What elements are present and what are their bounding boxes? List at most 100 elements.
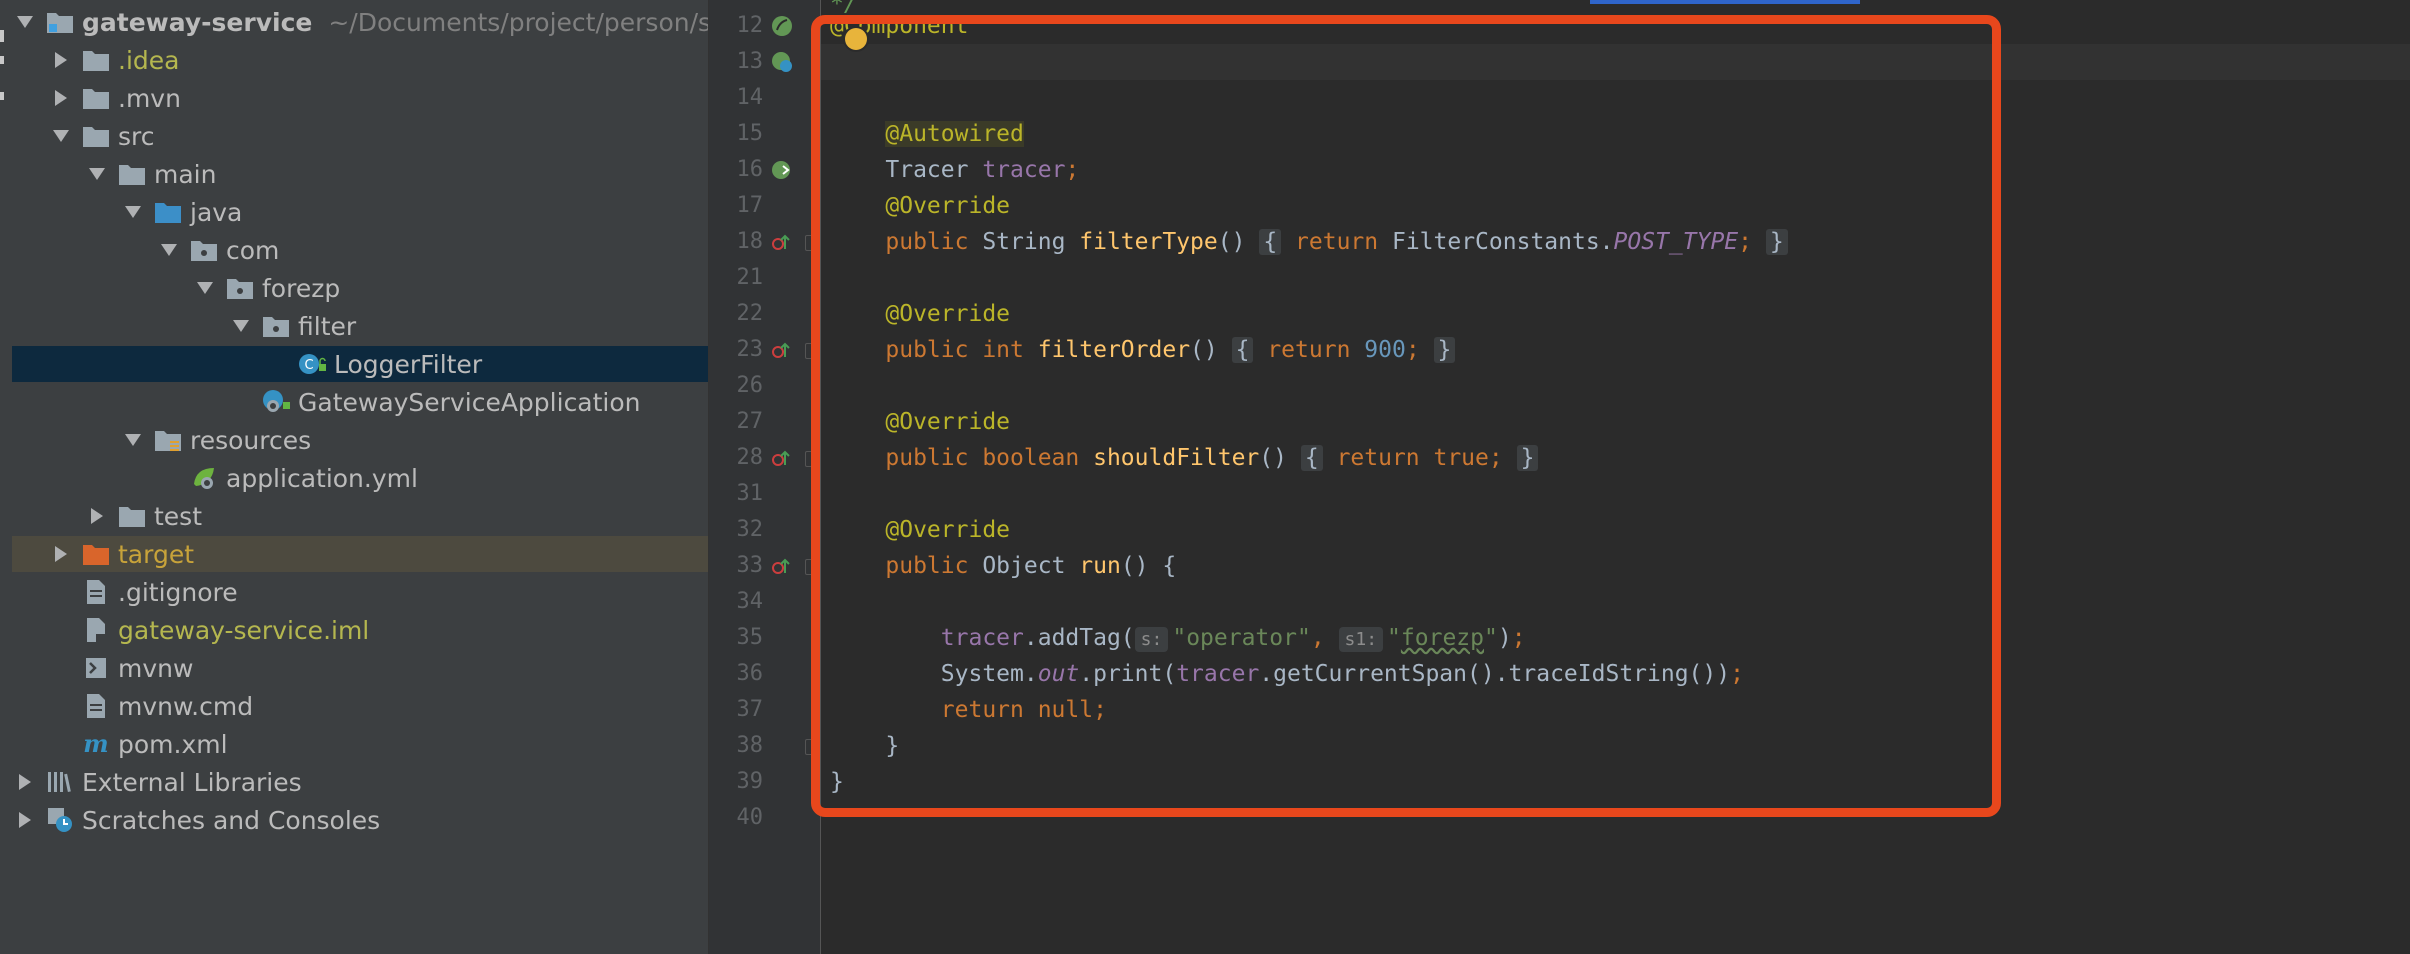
line-number: 14 — [736, 85, 764, 110]
highlight-annotation-box — [811, 15, 2001, 817]
folder-icon — [82, 122, 110, 150]
override-icon[interactable] — [771, 447, 793, 469]
yml-file-icon — [190, 464, 218, 492]
resources-folder-icon — [154, 426, 182, 454]
tree-item-label: filter — [298, 311, 357, 341]
tree-item[interactable]: filter — [12, 308, 708, 344]
line-number: 18 — [736, 229, 764, 254]
expand-arrow-icon[interactable] — [84, 156, 110, 192]
package-icon — [262, 312, 290, 340]
override-icon[interactable] — [771, 555, 793, 577]
libraries-icon — [46, 768, 74, 796]
tree-item-label: GatewayServiceApplication — [298, 387, 641, 417]
expand-arrow-icon[interactable] — [228, 308, 254, 344]
tree-item[interactable]: C LoggerFilter — [12, 346, 708, 382]
selection-indicator — [1590, 0, 1860, 4]
line-number: 16 — [736, 157, 764, 182]
tree-item-label: .gitignore — [118, 577, 238, 607]
tree-item-label: test — [154, 501, 203, 531]
maven-icon: m — [82, 730, 110, 758]
editor-gutter[interactable]: 12 13 14 15 16 17 18 21 22 23 26 27 28 31 32 33 34 35 36 37… — [709, 0, 821, 954]
tree-item[interactable]: GatewayServiceApplication — [12, 384, 708, 420]
project-tree[interactable]: gateway-service ~/Documents/project/pers… — [12, 0, 709, 954]
tree-item-label: LoggerFilter — [334, 349, 483, 379]
tree-item[interactable]: Scratches and Consoles — [12, 802, 708, 838]
line-number: 23 — [736, 337, 764, 362]
tree-item[interactable]: .gitignore — [12, 574, 708, 610]
text-file-icon — [82, 578, 110, 606]
collapse-arrow-icon[interactable] — [12, 802, 38, 838]
folder-icon — [82, 46, 110, 74]
tree-item-label: .idea — [118, 45, 180, 75]
tree-item[interactable]: src — [12, 118, 708, 154]
svg-text:m: m — [83, 730, 108, 758]
line-number: 34 — [736, 589, 764, 614]
intention-bulb-icon[interactable] — [845, 28, 867, 50]
tree-item-label: java — [190, 197, 243, 227]
tree-item[interactable]: application.yml — [12, 460, 708, 496]
override-icon[interactable] — [771, 339, 793, 361]
line-number: 40 — [736, 805, 764, 830]
collapse-arrow-icon[interactable] — [48, 80, 74, 116]
tree-item[interactable]: com — [12, 232, 708, 268]
tree-item[interactable]: test — [12, 498, 708, 534]
collapse-arrow-icon[interactable] — [48, 536, 74, 572]
tree-item-label: main — [154, 159, 217, 189]
tree-item[interactable]: gateway-service.iml — [12, 612, 708, 648]
collapse-arrow-icon[interactable] — [48, 42, 74, 78]
package-icon — [190, 236, 218, 264]
class-icon: C — [298, 350, 326, 378]
line-number: 36 — [736, 661, 764, 686]
tree-root[interactable]: gateway-service ~/Documents/project/pers… — [12, 4, 708, 40]
tree-item[interactable]: External Libraries — [12, 764, 708, 800]
tree-item[interactable]: .idea — [12, 42, 708, 78]
tree-item-label: gateway-service.iml — [118, 615, 370, 645]
line-number: 27 — [736, 409, 764, 434]
tree-item-label: forezp — [262, 273, 341, 303]
folder-icon — [118, 502, 146, 530]
line-number: 28 — [736, 445, 764, 470]
module-folder-icon — [46, 8, 74, 36]
expand-arrow-icon[interactable] — [192, 270, 218, 306]
tree-item-label: src — [118, 121, 155, 151]
line-number: 35 — [736, 625, 764, 650]
tree-item[interactable]: m pom.xml — [12, 726, 708, 762]
svg-text:C: C — [304, 358, 313, 373]
tree-item[interactable]: target — [12, 536, 708, 572]
tree-item[interactable]: mvnw — [12, 650, 708, 686]
tree-item-label: Scratches and Consoles — [82, 805, 381, 835]
line-number: 17 — [736, 193, 764, 218]
tree-item[interactable]: java — [12, 194, 708, 230]
tree-item[interactable]: forezp — [12, 270, 708, 306]
collapse-arrow-icon[interactable] — [12, 764, 38, 800]
package-icon — [226, 274, 254, 302]
strip-marker — [0, 56, 4, 64]
tree-item-label: com — [226, 235, 280, 265]
source-folder-icon — [154, 198, 182, 226]
line-number: 33 — [736, 553, 764, 578]
expand-arrow-icon[interactable] — [120, 194, 146, 230]
expand-arrow-icon[interactable] — [156, 232, 182, 268]
expand-arrow-icon[interactable] — [12, 4, 38, 40]
autowired-icon[interactable] — [771, 159, 793, 181]
root-path: ~/Documents/project/person/sp — [328, 7, 709, 37]
tree-item-label: mvnw.cmd — [118, 691, 254, 721]
bean-icon[interactable] — [771, 15, 793, 37]
expand-arrow-icon[interactable] — [120, 422, 146, 458]
tree-item[interactable]: main — [12, 156, 708, 192]
line-number: 15 — [736, 121, 764, 146]
expand-arrow-icon[interactable] — [48, 118, 74, 154]
text-file-icon — [82, 692, 110, 720]
folder-icon — [82, 84, 110, 112]
tree-item[interactable]: mvnw.cmd — [12, 688, 708, 724]
collapse-arrow-icon[interactable] — [84, 498, 110, 534]
tree-item[interactable]: resources — [12, 422, 708, 458]
tree-item-label: pom.xml — [118, 729, 228, 759]
excluded-folder-icon — [82, 540, 110, 568]
spring-class-icon[interactable] — [771, 51, 793, 73]
tree-item-label: target — [118, 539, 195, 569]
line-number: 26 — [736, 373, 764, 398]
tree-item-label: resources — [190, 425, 312, 455]
tree-item[interactable]: .mvn — [12, 80, 708, 116]
override-icon[interactable] — [771, 231, 793, 253]
